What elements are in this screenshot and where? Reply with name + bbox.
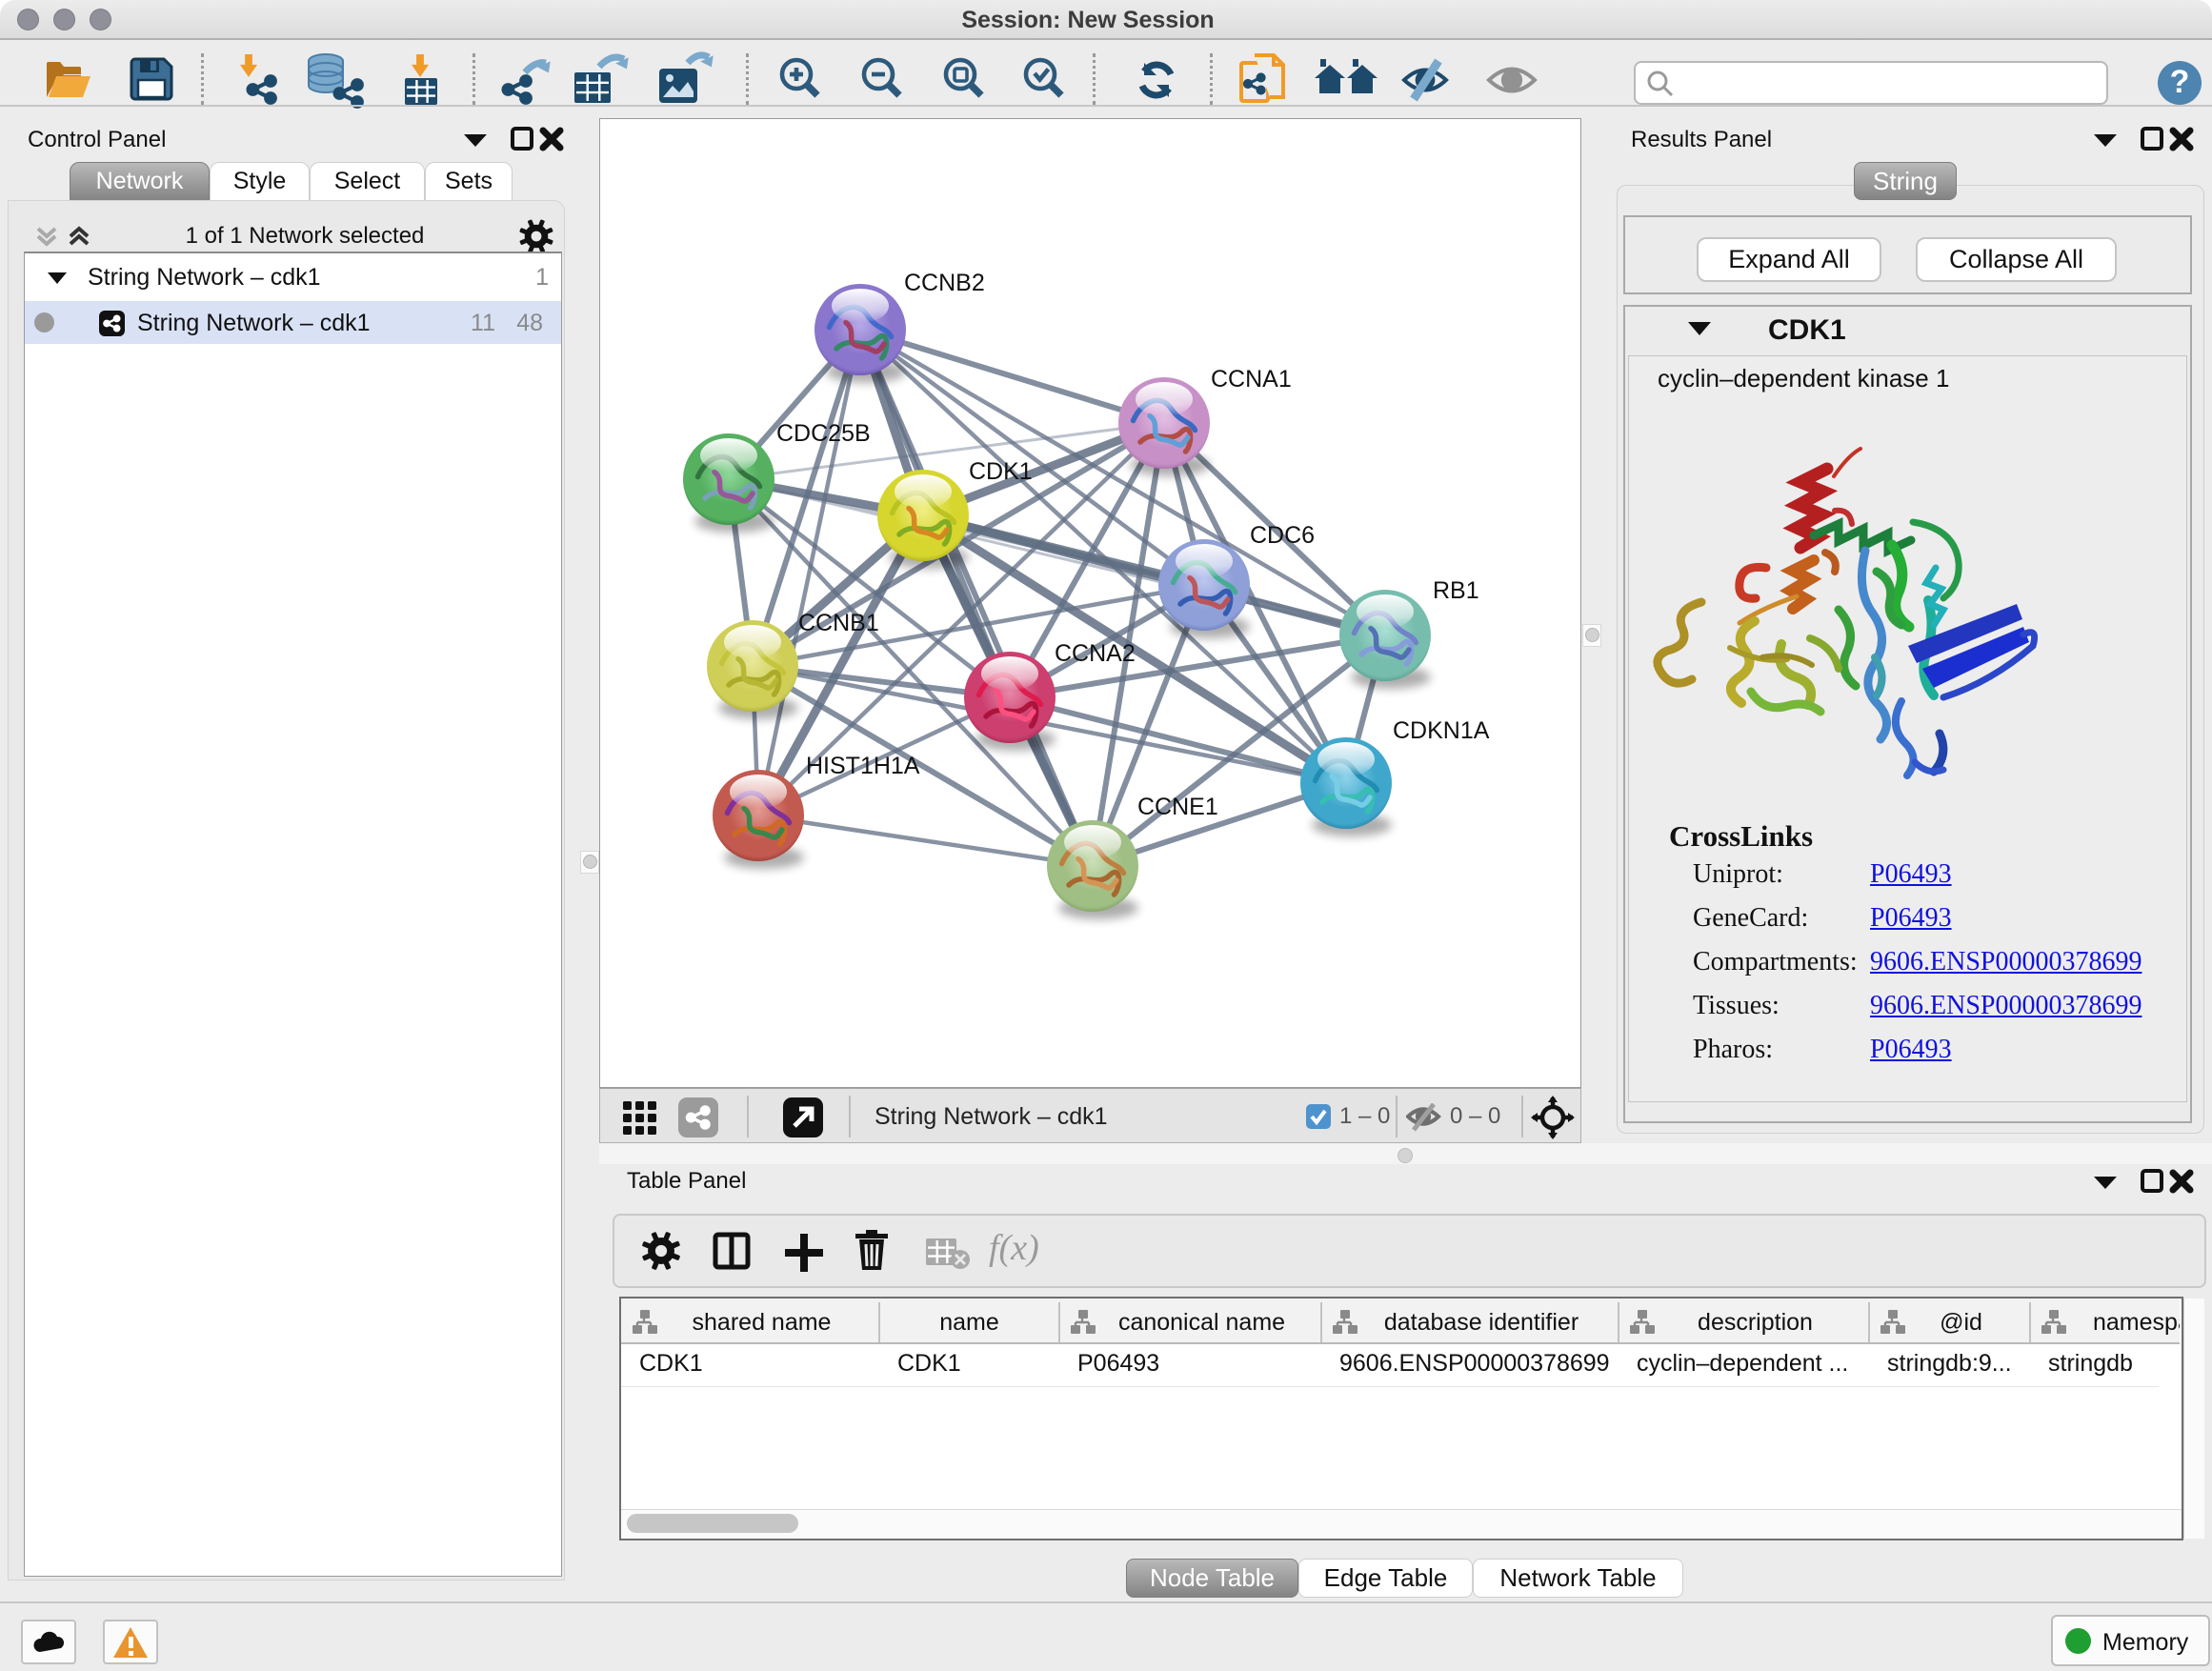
svg-text:CCNB1: CCNB1 xyxy=(798,610,879,636)
svg-text:canonical name: canonical name xyxy=(1118,1309,1285,1336)
svg-text:namespace: namespace xyxy=(2093,1309,2180,1336)
svg-text:CDK1: CDK1 xyxy=(969,458,1033,485)
svg-text:name: name xyxy=(939,1309,999,1336)
svg-text:HIST1H1A: HIST1H1A xyxy=(806,753,920,779)
svg-text:@id: @id xyxy=(1940,1309,1982,1336)
svg-text:CDC25B: CDC25B xyxy=(776,420,871,447)
svg-text:CCNA2: CCNA2 xyxy=(1055,640,1136,667)
svg-text:CCNB2: CCNB2 xyxy=(904,270,985,296)
svg-text:CCNE1: CCNE1 xyxy=(1137,794,1218,820)
svg-text:CDKN1A: CDKN1A xyxy=(1393,717,1490,744)
svg-text:shared name: shared name xyxy=(693,1309,832,1336)
svg-text:database identifier: database identifier xyxy=(1384,1309,1579,1336)
svg-text:description: description xyxy=(1698,1309,1813,1336)
svg-text:CDC6: CDC6 xyxy=(1250,522,1315,549)
svg-text:CCNA1: CCNA1 xyxy=(1211,366,1292,393)
svg-text:RB1: RB1 xyxy=(1433,577,1479,604)
